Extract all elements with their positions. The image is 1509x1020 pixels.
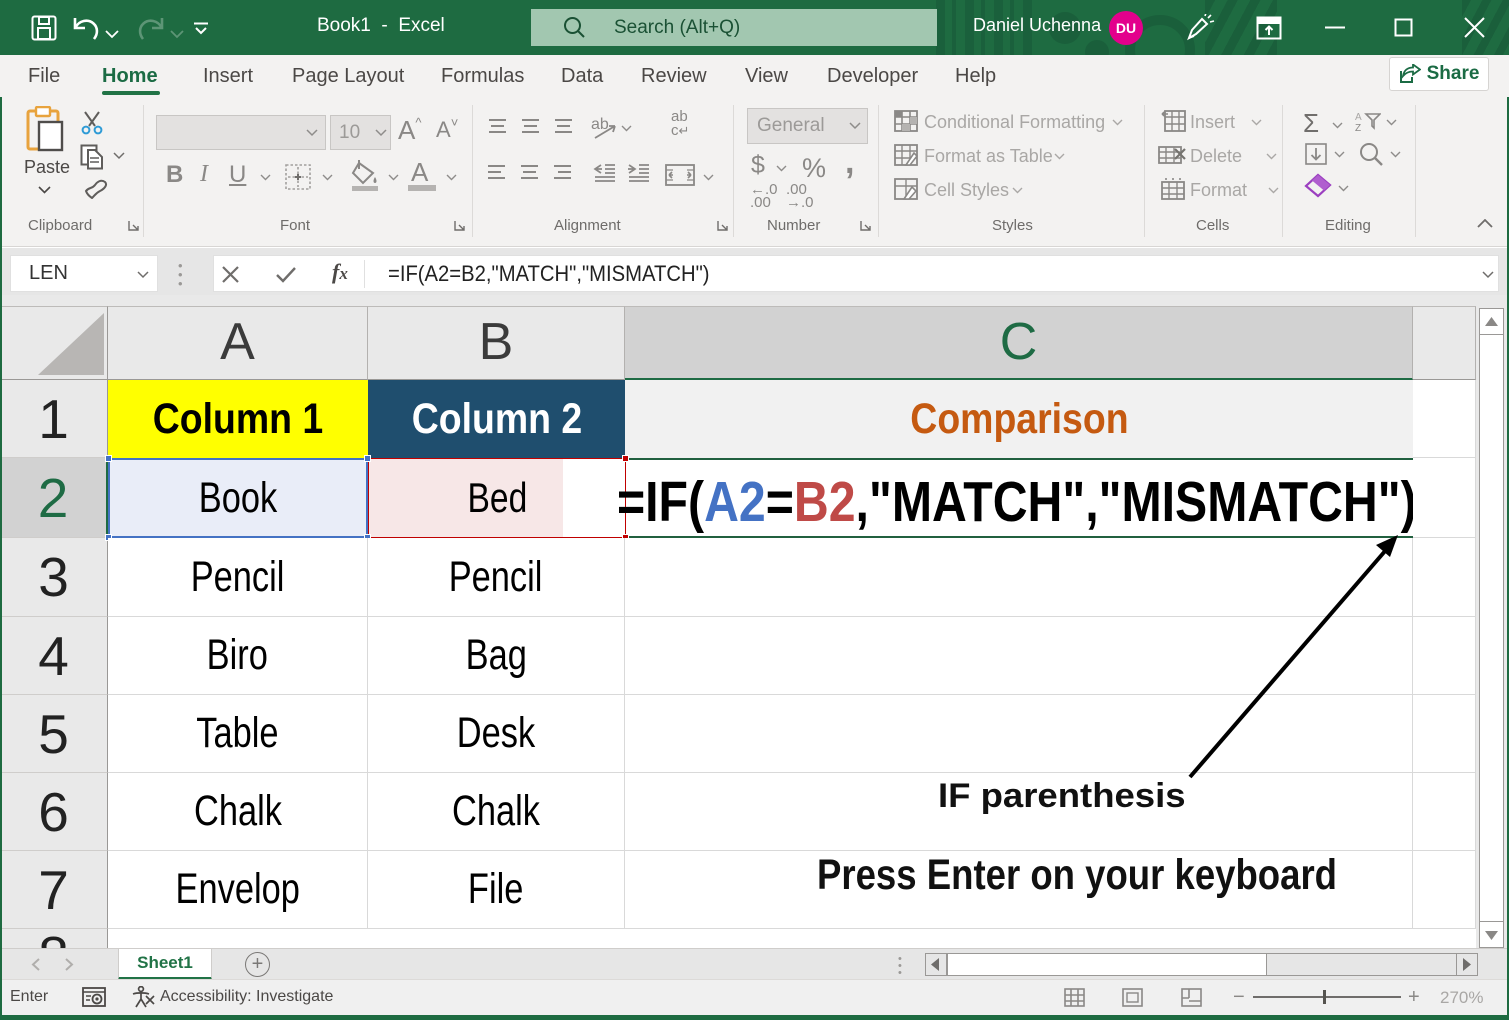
svg-text:Z: Z <box>1355 123 1361 133</box>
svg-text:A: A <box>1355 112 1362 123</box>
